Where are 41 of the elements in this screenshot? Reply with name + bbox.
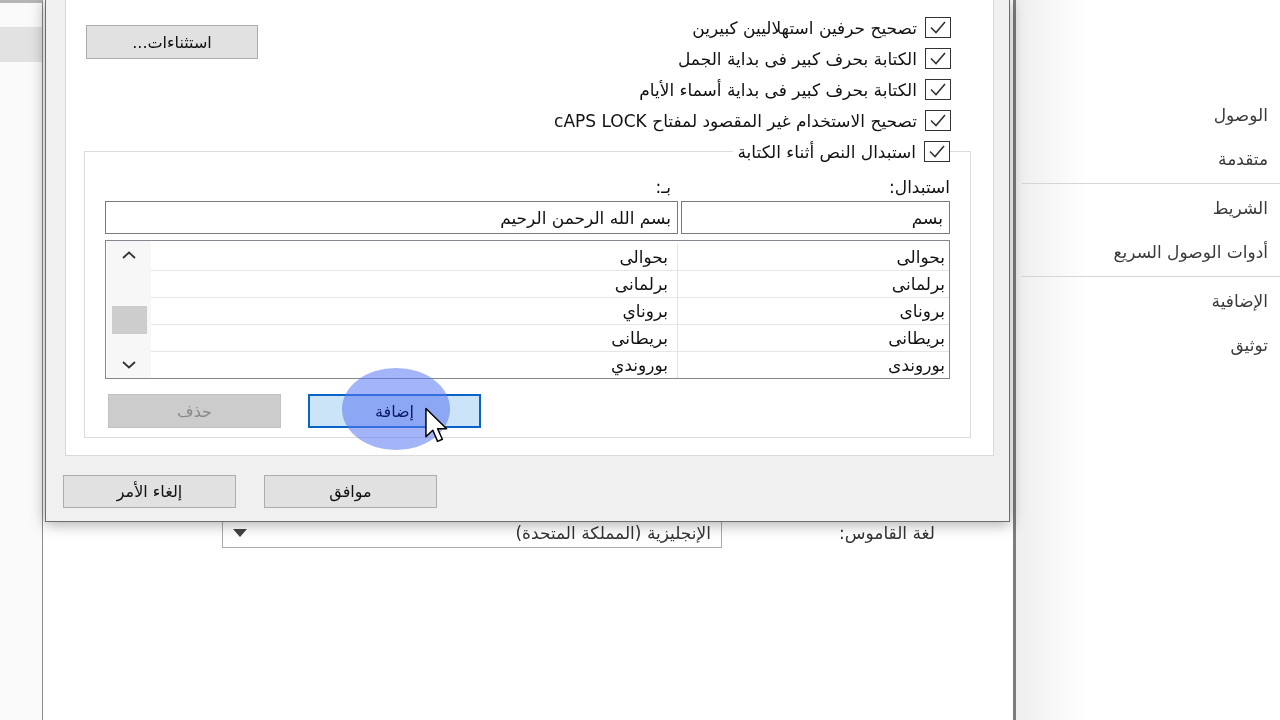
pointer-cursor-icon (424, 407, 448, 443)
nav-item[interactable]: متقدمة (1218, 147, 1268, 171)
replace-label: استبدال: (889, 177, 950, 197)
checkbox[interactable] (925, 110, 951, 131)
replace-term[interactable]: برلمانى (891, 274, 945, 294)
dropdown-arrow-icon (233, 529, 247, 537)
nav-item[interactable]: الإضافية (1211, 289, 1268, 313)
replace-field[interactable]: بسم (681, 201, 950, 234)
checkbox[interactable] (924, 141, 950, 162)
dictionary-language-label: لغة القاموس: (839, 523, 935, 543)
scrollbar-thumb[interactable] (112, 306, 147, 334)
checkbox[interactable] (925, 17, 951, 38)
with-label: بـ: (655, 177, 671, 197)
option-label: الكتابة بحرف كبير فى بداية أسماء الأيام (639, 79, 917, 100)
option-label: تصحيح الاستخدام غير المقصود لمفتاح cAPS LOCK (554, 110, 917, 131)
checkbox[interactable] (925, 48, 951, 69)
with-field[interactable]: بسم الله الرحمن الرحيم (105, 201, 678, 234)
replacement-term[interactable]: بحوالى (619, 247, 668, 267)
exceptions-button[interactable]: استثناءات... (86, 25, 258, 59)
nav-item[interactable]: توثيق (1230, 333, 1268, 357)
chevron-down-icon[interactable] (122, 360, 136, 369)
option-label: الكتابة بحرف كبير فى بداية الجمل (678, 48, 917, 69)
replacement-term[interactable]: بوروندي (611, 355, 668, 375)
nav-item[interactable]: الوصول (1213, 103, 1268, 127)
replace-term[interactable]: بروناى (899, 301, 945, 321)
checkbox[interactable] (925, 79, 951, 100)
replacement-term[interactable]: برلمانى (614, 274, 668, 294)
replacement-term[interactable]: بريطانى (611, 328, 668, 348)
scrollbar[interactable] (107, 241, 151, 378)
ok-button[interactable]: موافق (264, 475, 437, 508)
option-label: تصحيح حرفين استهلاليين كبيرين (692, 17, 917, 38)
replace-term[interactable]: بحوالى (896, 247, 945, 267)
nav-item[interactable]: أدوات الوصول السريع (1113, 240, 1268, 264)
replace-term[interactable]: بوروندى (888, 355, 945, 375)
chevron-up-icon[interactable] (122, 250, 136, 259)
highlight-band (0, 27, 42, 62)
nav-item[interactable]: الشريط (1212, 196, 1268, 220)
cancel-button[interactable]: إلغاء الأمر (63, 475, 236, 508)
replace-term[interactable]: بريطانى (888, 328, 945, 348)
option-label: استبدال النص أثناء الكتابة (737, 141, 916, 162)
replacement-term[interactable]: بروناي (622, 301, 668, 321)
